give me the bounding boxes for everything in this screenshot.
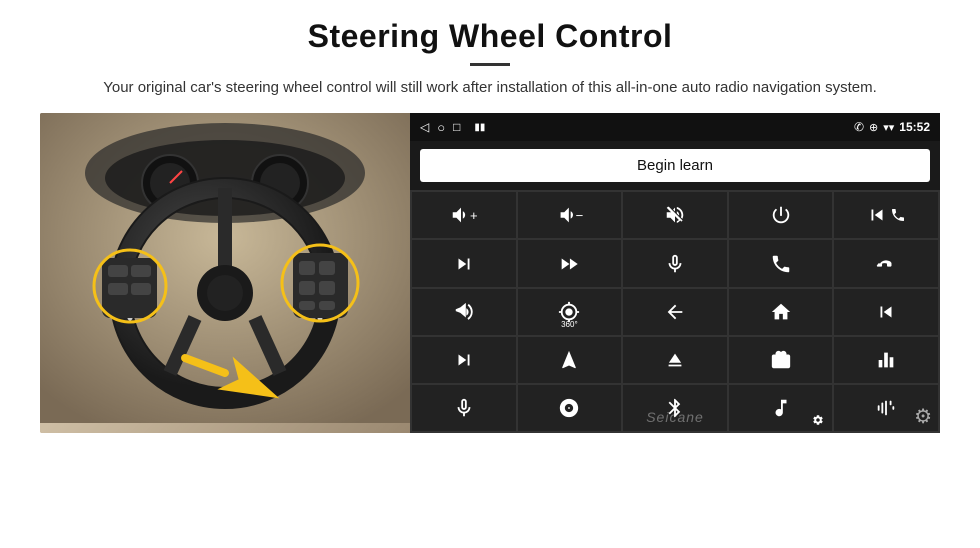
nav-home-icon[interactable]: ○	[437, 120, 445, 135]
nav-back-icon[interactable]: ◁	[420, 120, 429, 134]
mic-button[interactable]	[623, 240, 727, 286]
settings-gear-button[interactable]: ⚙	[914, 404, 932, 429]
image-panel	[40, 113, 410, 433]
status-bar: ◁ ○ □ ▮▮ ✆ ⊕ ▾▾ 15:52	[410, 113, 940, 141]
nav-recents-icon[interactable]: □	[453, 120, 460, 134]
steering-wheel-illustration	[40, 113, 410, 433]
navigate-button[interactable]	[518, 337, 622, 383]
phone-answer-button[interactable]	[729, 240, 833, 286]
hang-up-button[interactable]	[834, 240, 938, 286]
phone-status-icon: ✆	[854, 120, 864, 134]
begin-learn-row: Begin learn	[410, 141, 940, 190]
status-icons: ✆ ⊕ ▾▾ 15:52	[854, 120, 930, 134]
android-panel: ◁ ○ □ ▮▮ ✆ ⊕ ▾▾ 15:52 Begin learn	[410, 113, 940, 433]
time-display: 15:52	[899, 120, 930, 134]
content-row: ◁ ○ □ ▮▮ ✆ ⊕ ▾▾ 15:52 Begin learn	[40, 113, 940, 433]
signal-icon: ▮▮	[474, 122, 485, 133]
equalizer-button[interactable]	[834, 337, 938, 383]
vol-down-button[interactable]: −	[518, 192, 622, 238]
vol-up-button[interactable]: +	[412, 192, 516, 238]
power-button[interactable]	[729, 192, 833, 238]
wifi-icon: ▾▾	[883, 121, 894, 134]
controls-grid: + −	[410, 190, 940, 433]
page-title: Steering Wheel Control	[40, 18, 940, 55]
phone-prev-button[interactable]	[834, 192, 938, 238]
mic2-button[interactable]	[412, 385, 516, 431]
skip-forward-button[interactable]	[412, 337, 516, 383]
title-section: Steering Wheel Control Your original car…	[40, 18, 940, 99]
location-icon: ⊕	[869, 121, 878, 134]
next-track-button[interactable]	[412, 240, 516, 286]
title-divider	[470, 63, 510, 66]
page-container: Steering Wheel Control Your original car…	[0, 0, 980, 433]
cd-button[interactable]	[518, 385, 622, 431]
radio-button[interactable]	[729, 337, 833, 383]
back-button[interactable]	[623, 289, 727, 335]
skip-back-button[interactable]	[834, 289, 938, 335]
fast-fwd-mute-button[interactable]	[518, 240, 622, 286]
begin-learn-button[interactable]: Begin learn	[420, 149, 930, 182]
horn-button[interactable]	[412, 289, 516, 335]
home-button[interactable]	[729, 289, 833, 335]
bluetooth-button[interactable]	[623, 385, 727, 431]
subtitle: Your original car's steering wheel contr…	[60, 76, 920, 99]
status-nav: ◁ ○ □ ▮▮	[420, 120, 485, 135]
music-settings-button[interactable]	[729, 385, 833, 431]
360-view-button[interactable]: 360°	[518, 289, 622, 335]
vol-mute-button[interactable]	[623, 192, 727, 238]
eject-button[interactable]	[623, 337, 727, 383]
